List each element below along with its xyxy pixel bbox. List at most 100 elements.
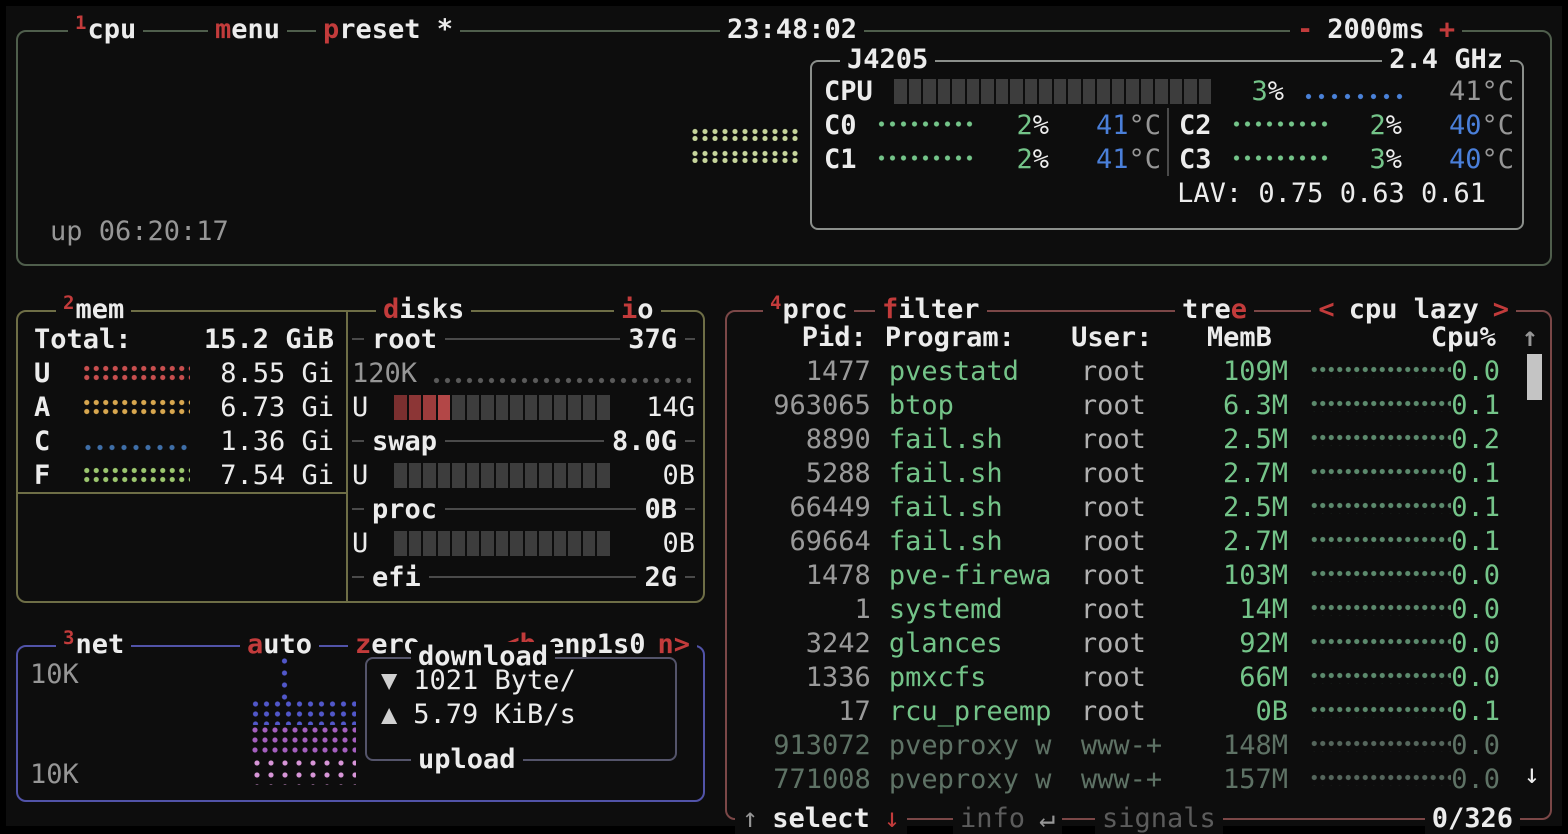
interval-increase-button[interactable]: + <box>1439 14 1455 45</box>
column-header-program[interactable]: Program: <box>867 322 1071 353</box>
disk-section-row: root37G <box>352 322 695 356</box>
core-percent: 3% <box>1331 144 1402 175</box>
disk-used-value: 0B <box>610 528 696 559</box>
mem-row-label: U <box>34 358 82 389</box>
preset-button[interactable]: preset * <box>316 15 460 45</box>
mem-row-value: 8.55 Gi <box>190 358 334 389</box>
process-pid: 963065 <box>739 390 871 421</box>
disk-name: proc <box>364 494 445 525</box>
process-row[interactable]: 1478pve-firewaroot103M0.0 <box>739 558 1542 592</box>
disks-title[interactable]: disks <box>376 295 471 325</box>
process-cpu: 0.0 <box>1451 560 1542 591</box>
process-pid: 8890 <box>739 424 871 455</box>
process-row[interactable]: 8890fail.shroot2.5M0.2 <box>739 422 1542 456</box>
interval-decrease-button[interactable]: - <box>1297 14 1313 45</box>
mem-disks-divider <box>346 312 348 601</box>
scroll-up-icon[interactable]: ↑ <box>1522 322 1542 353</box>
cpu-core-row: C1 2% 41°C C3 3% 40°C <box>824 142 1514 176</box>
process-user: root <box>1081 594 1196 625</box>
process-mem: 0B <box>1196 696 1288 727</box>
process-cpu: 0.0 <box>1451 594 1542 625</box>
mem-row-label: C <box>34 426 82 457</box>
net-speed-box: download ▼ 1021 Byte/ ▲ 5.79 KiB/s uploa… <box>365 657 677 761</box>
meter-block <box>394 395 407 420</box>
io-title[interactable]: io <box>614 295 661 325</box>
column-header-pid[interactable]: Pid: <box>739 322 867 353</box>
core-temp: 41°C <box>1049 110 1161 141</box>
mem-total-row: Total: 15.2 GiB <box>34 322 340 356</box>
process-row[interactable]: 5288fail.shroot2.7M0.1 <box>739 456 1542 490</box>
process-row[interactable]: 1systemdroot14M0.0 <box>739 592 1542 626</box>
meter-block <box>597 531 610 556</box>
cpu-frequency: 2.4 GHz <box>1382 45 1510 75</box>
meter-block <box>597 395 610 420</box>
meter-block <box>525 395 538 420</box>
cpu-box-title[interactable]: 1cpu <box>68 15 143 45</box>
select-down-icon[interactable]: ↓ <box>884 803 900 834</box>
disk-name: efi <box>364 562 429 593</box>
process-user: root <box>1081 390 1196 421</box>
process-row[interactable]: 66449fail.shroot2.5M0.1 <box>739 490 1542 524</box>
core-graph <box>1231 153 1331 165</box>
process-cpu-graph <box>1310 772 1451 786</box>
mem-box-title[interactable]: 2mem <box>56 295 131 325</box>
process-cpu-graph <box>1310 602 1451 616</box>
process-row[interactable]: 17rcu_preemproot0B0.1 <box>739 694 1542 728</box>
process-mem: 14M <box>1196 594 1288 625</box>
disk-used-row: U0B <box>352 526 695 560</box>
cpu-total-row: CPU 3% 41°C <box>824 74 1514 108</box>
proc-box: 4proc filter tree <cpu lazy> Pid: Progra… <box>725 310 1552 820</box>
process-row[interactable]: 913072pveproxy wwww-+148M0.0 <box>739 728 1542 762</box>
process-cpu-graph <box>1310 432 1451 446</box>
upload-label: upload <box>411 745 523 775</box>
meter-block <box>467 463 480 488</box>
process-row[interactable]: 3242glancesroot92M0.0 <box>739 626 1542 660</box>
net-upload-graph <box>250 757 356 785</box>
column-header-cpu[interactable]: Cpu% <box>1431 322 1522 353</box>
net-scale-top: 10K <box>30 659 79 690</box>
meter-block <box>1010 79 1023 104</box>
process-row[interactable]: 771008pveproxy wwww-+157M0.0 <box>739 762 1542 796</box>
mem-row: A6.73 Gi <box>34 390 340 424</box>
process-program: rcu_preemp <box>871 696 1081 727</box>
meter-block <box>597 463 610 488</box>
meter-block <box>1126 79 1139 104</box>
process-row[interactable]: 69664fail.shroot2.7M0.1 <box>739 524 1542 558</box>
core-label: C0 <box>824 110 876 141</box>
meter-block <box>554 463 567 488</box>
process-row[interactable]: 1477pvestatdroot109M0.0 <box>739 354 1542 388</box>
process-row[interactable]: 1336pmxcfsroot66M0.0 <box>739 660 1542 694</box>
core-label: C3 <box>1179 144 1231 175</box>
process-mem: 6.3M <box>1196 390 1288 421</box>
scroll-down-icon[interactable]: ↓ <box>1524 759 1540 790</box>
cpu-total-percent: 3% <box>1211 76 1284 107</box>
proc-info-button[interactable]: info↵ <box>953 804 1062 834</box>
meter-block <box>1083 79 1096 104</box>
disk-section-row: proc0B <box>352 492 695 526</box>
meter-block <box>952 79 965 104</box>
net-box-title[interactable]: 3net <box>56 630 131 660</box>
column-header-mem[interactable]: MemB <box>1182 322 1271 353</box>
select-up-icon[interactable]: ↑ <box>742 803 758 834</box>
meter-block <box>909 79 922 104</box>
cpu-inner-box: J4205 2.4 GHz CPU 3% 41°C C0 2% 41°C C2 … <box>810 60 1524 230</box>
mem-box: 2mem disks io Total: 15.2 GiB U8.55 GiA6… <box>16 310 705 603</box>
process-mem: 2.5M <box>1196 492 1288 523</box>
column-header-user[interactable]: User: <box>1071 322 1182 353</box>
meter-block <box>1141 79 1154 104</box>
process-program: pvestatd <box>871 356 1081 387</box>
update-interval: -2000ms + <box>1290 15 1462 45</box>
menu-button[interactable]: menu <box>208 15 287 45</box>
process-user: root <box>1081 492 1196 523</box>
proc-select-control[interactable]: ↑select↓ <box>735 804 907 834</box>
proc-scrollbar[interactable] <box>1527 354 1542 400</box>
load-average: LAV: 0.75 0.63 0.61 <box>1177 178 1486 209</box>
core-temp: 41°C <box>1049 144 1161 175</box>
process-cpu: 0.0 <box>1451 662 1542 693</box>
disk-used-value: 14G <box>610 392 696 423</box>
interval-value: 2000ms <box>1327 14 1425 45</box>
process-pid: 69664 <box>739 526 871 557</box>
process-row[interactable]: 963065btoproot6.3M0.1 <box>739 388 1542 422</box>
meter-block <box>1054 79 1067 104</box>
proc-signals-button[interactable]: signals <box>1095 804 1223 834</box>
